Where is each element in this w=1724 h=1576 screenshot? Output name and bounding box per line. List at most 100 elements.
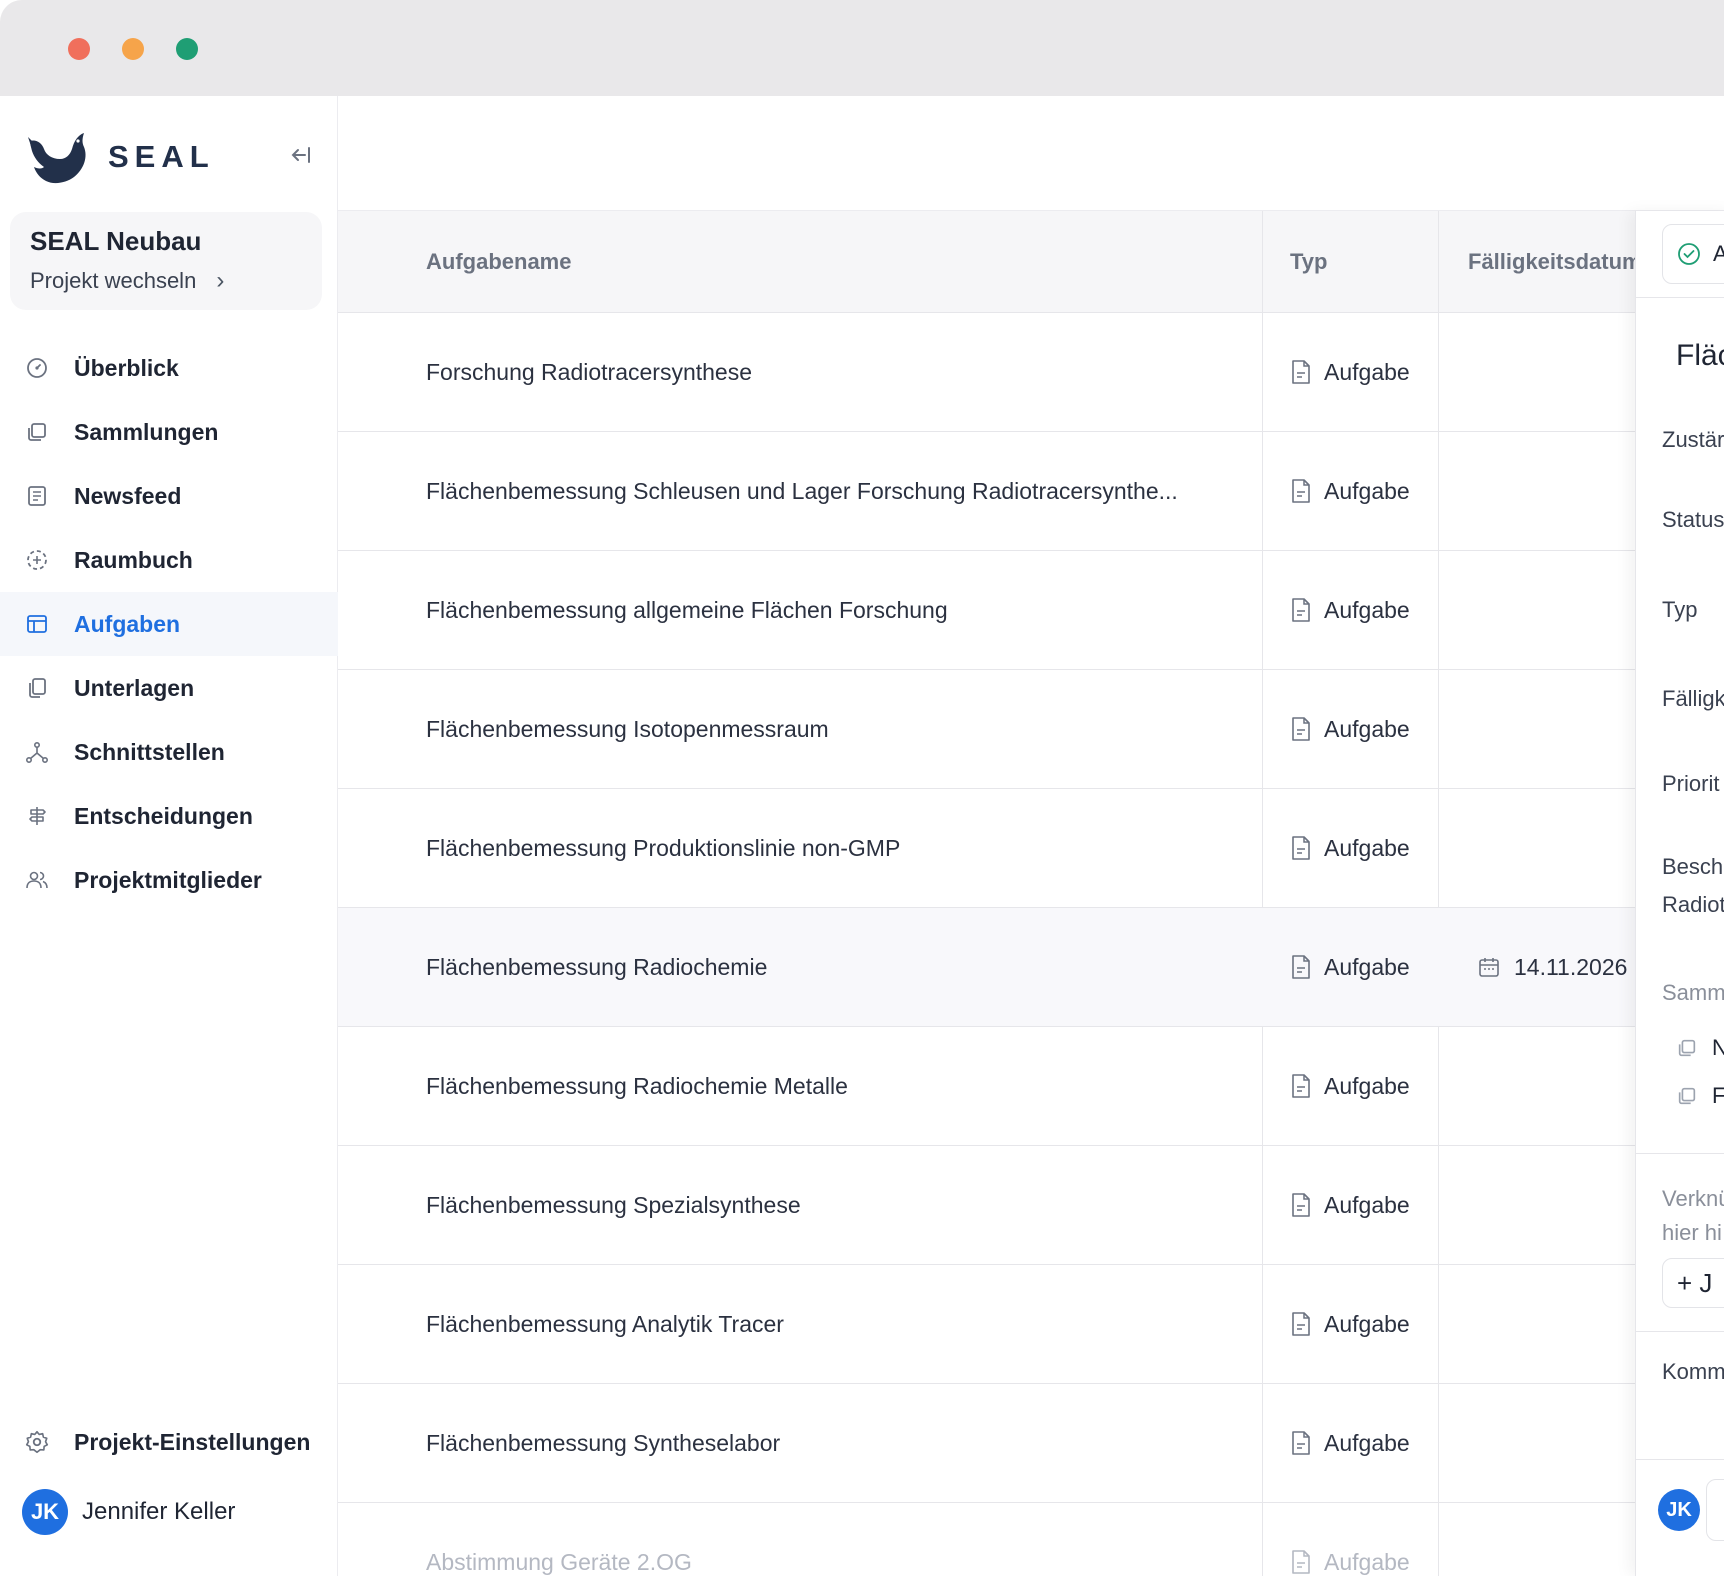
- task-title[interactable]: Fläc: [1676, 339, 1724, 373]
- document-icon: [1290, 597, 1312, 623]
- close-window-button[interactable]: [68, 38, 90, 60]
- calendar-icon: [1478, 956, 1500, 978]
- table-body: Forschung Radiotracersynthese Aufgabe Fl…: [338, 313, 1635, 1576]
- document-icon: [1290, 1430, 1312, 1456]
- sidebar-item-schnittstellen[interactable]: Schnittstellen: [0, 720, 338, 784]
- assignee-label: Zustär: [1662, 427, 1724, 452]
- column-header-due-date[interactable]: Fälligkeitsdatum: [1468, 211, 1635, 313]
- task-name: Flächenbemessung Radiochemie: [426, 953, 768, 980]
- project-switcher[interactable]: SEAL Neubau Projekt wechseln ›: [10, 212, 322, 310]
- sidebar-item-newsfeed[interactable]: Newsfeed: [0, 464, 338, 528]
- table-row[interactable]: Flächenbemessung Radiochemie Aufgabe 14.…: [338, 908, 1635, 1027]
- type-label: Typ: [1662, 597, 1698, 622]
- divider: [1636, 1331, 1724, 1332]
- project-settings-label: Projekt-Einstellungen: [74, 1428, 311, 1455]
- task-type: Aufgabe: [1290, 789, 1410, 907]
- avatar: JK: [22, 1489, 68, 1535]
- task-type-label: Aufgabe: [1324, 596, 1410, 623]
- sidebar-item-ueberblick[interactable]: Überblick: [0, 336, 338, 400]
- collections-label: Samm: [1662, 980, 1724, 1005]
- divider: [1636, 1153, 1724, 1154]
- task-name: Flächenbemessung Schleusen und Lager For…: [426, 477, 1178, 504]
- task-type: Aufgabe: [1290, 1384, 1410, 1502]
- comment-input[interactable]: [1706, 1479, 1724, 1541]
- chevron-right-icon: ›: [216, 267, 225, 294]
- document-icon: [1290, 954, 1312, 980]
- sidebar-item-sammlungen[interactable]: Sammlungen: [0, 400, 338, 464]
- description-value[interactable]: Radiot: [1662, 892, 1724, 918]
- collection-name: F: [1712, 1083, 1724, 1109]
- column-header-name[interactable]: Aufgabename: [426, 211, 1246, 313]
- sidebar-item-label: Newsfeed: [74, 482, 182, 509]
- task-type-label: Aufgabe: [1324, 358, 1410, 385]
- collection-item[interactable]: F: [1676, 1083, 1724, 1109]
- task-name: Flächenbemessung Produktionslinie non-GM…: [426, 834, 901, 861]
- table-row[interactable]: Flächenbemessung Isotopenmessraum Aufgab…: [338, 670, 1635, 789]
- project-settings-link[interactable]: Projekt-Einstellungen: [0, 1414, 338, 1470]
- table-row[interactable]: Flächenbemessung Spezialsynthese Aufgabe: [338, 1146, 1635, 1265]
- table-row[interactable]: Flächenbemessung Analytik Tracer Aufgabe: [338, 1265, 1635, 1384]
- sidebar-nav: Überblick Sammlungen Newsfeed Raumbuch A…: [0, 336, 338, 912]
- complete-task-button[interactable]: A: [1662, 224, 1724, 284]
- sidebar-item-label: Entscheidungen: [74, 802, 253, 829]
- link-hint: hier hi: [1662, 1220, 1722, 1245]
- project-name: SEAL Neubau: [30, 226, 202, 256]
- task-due-date[interactable]: 14.11.2026: [1478, 908, 1627, 1026]
- task-type-label: Aufgabe: [1324, 1310, 1410, 1337]
- window-titlebar: [0, 0, 1724, 96]
- collections-icon: [1676, 1037, 1698, 1059]
- minimize-window-button[interactable]: [122, 38, 144, 60]
- table-row[interactable]: Abstimmung Geräte 2.OG Aufgabe: [338, 1503, 1635, 1576]
- sidebar-item-label: Sammlungen: [74, 418, 219, 445]
- app-logo[interactable]: SEAL: [26, 126, 215, 188]
- task-type-label: Aufgabe: [1324, 715, 1410, 742]
- task-type-label: Aufgabe: [1324, 1548, 1410, 1575]
- description-label: Beschr: [1662, 854, 1724, 879]
- collections-icon: [1676, 1085, 1698, 1107]
- task-type: Aufgabe: [1290, 1146, 1410, 1264]
- task-type-label: Aufgabe: [1324, 1072, 1410, 1099]
- user-name: Jennifer Keller: [82, 1498, 236, 1525]
- sidebar-item-raumbuch[interactable]: Raumbuch: [0, 528, 338, 592]
- table-row[interactable]: Flächenbemessung Produktionslinie non-GM…: [338, 789, 1635, 908]
- collection-name: N: [1712, 1035, 1724, 1061]
- document-icon: [1290, 478, 1312, 504]
- table-row[interactable]: Flächenbemessung Schleusen und Lager For…: [338, 432, 1635, 551]
- sidebar-item-projektmitglieder[interactable]: Projektmitglieder: [0, 848, 338, 912]
- table-header: Aufgabename Typ Fälligkeitsdatum: [338, 211, 1635, 313]
- sidebar-item-label: Unterlagen: [74, 674, 195, 701]
- status-label: Status: [1662, 507, 1724, 532]
- maximize-window-button[interactable]: [176, 38, 198, 60]
- room-book-icon: [24, 547, 50, 573]
- avatar: JK: [1658, 1489, 1700, 1531]
- gear-icon: [24, 1429, 50, 1455]
- collapse-sidebar-button[interactable]: [286, 140, 316, 170]
- user-menu[interactable]: JK Jennifer Keller: [22, 1488, 235, 1536]
- add-link-button[interactable]: + J: [1662, 1258, 1724, 1308]
- table-row[interactable]: Flächenbemessung Radiochemie Metalle Auf…: [338, 1027, 1635, 1146]
- table-row[interactable]: Flächenbemessung allgemeine Flächen Fors…: [338, 551, 1635, 670]
- column-header-type[interactable]: Typ: [1290, 211, 1450, 313]
- task-type: Aufgabe: [1290, 1027, 1410, 1145]
- collection-item[interactable]: N: [1676, 1035, 1724, 1061]
- link-hint: Verknü: [1662, 1186, 1724, 1211]
- table-icon: [24, 611, 50, 637]
- task-type: Aufgabe: [1290, 1265, 1410, 1383]
- project-switch-link[interactable]: Projekt wechseln ›: [30, 267, 302, 295]
- sidebar-item-label: Aufgaben: [74, 610, 181, 637]
- sidebar-item-unterlagen[interactable]: Unterlagen: [0, 656, 338, 720]
- collections-icon: [24, 419, 50, 445]
- gauge-icon: [24, 355, 50, 381]
- sidebar-item-aufgaben[interactable]: Aufgaben: [0, 592, 338, 656]
- task-type: Aufgabe: [1290, 908, 1410, 1026]
- table-row[interactable]: Forschung Radiotracersynthese Aufgabe: [338, 313, 1635, 432]
- sidebar-item-entscheidungen[interactable]: Entscheidungen: [0, 784, 338, 848]
- task-name: Flächenbemessung Isotopenmessraum: [426, 715, 829, 742]
- task-type: Aufgabe: [1290, 313, 1410, 431]
- seal-logo-icon: [28, 133, 86, 184]
- app-window: SEAL SEAL Neubau Projekt wechseln › Über…: [0, 96, 1724, 1576]
- main-topbar: [338, 96, 1724, 211]
- members-icon: [24, 867, 50, 893]
- task-name: Abstimmung Geräte 2.OG: [426, 1548, 692, 1575]
- table-row[interactable]: Flächenbemessung Syntheselabor Aufgabe: [338, 1384, 1635, 1503]
